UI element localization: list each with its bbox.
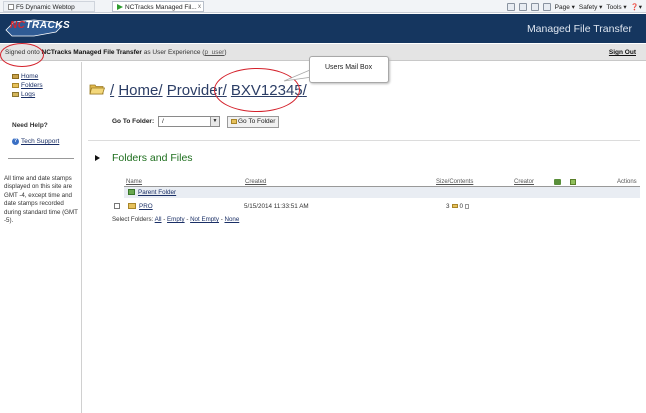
- tab-label: NCTracks Managed Fil...: [125, 4, 197, 11]
- parent-folder-row[interactable]: Parent Folder: [124, 187, 640, 198]
- home-icon: [12, 73, 19, 79]
- logs-icon: [12, 91, 19, 97]
- page-menu[interactable]: Page ▾: [555, 3, 575, 11]
- print-icon[interactable]: [542, 2, 551, 11]
- parent-folder-link[interactable]: Parent Folder: [138, 189, 176, 196]
- time-zone-note: All time and date stamps displayed on th…: [4, 175, 78, 225]
- logo-text: NCTRACKS: [10, 20, 71, 31]
- up-folder-icon: [128, 189, 135, 195]
- selected-folder: /: [162, 118, 164, 125]
- column-header-name[interactable]: Name: [126, 179, 142, 185]
- need-help-heading: Need Help?: [12, 122, 48, 129]
- browser-toolbar: Page ▾ Safety ▾ Tools ▾ ❓▾: [506, 1, 642, 12]
- select-folders-bar: Select Folders: All - Empty - Not Empty …: [112, 216, 240, 223]
- folder-icon: [128, 203, 136, 209]
- created-date: 5/15/2014 11:33:51 AM: [244, 203, 309, 210]
- select-all-link[interactable]: All: [155, 216, 162, 223]
- select-none-link[interactable]: None: [224, 216, 239, 223]
- help-menu[interactable]: ❓▾: [631, 3, 642, 11]
- path-separator: /: [158, 82, 163, 99]
- tab-f5-webtop[interactable]: F5 Dynamic Webtop: [3, 1, 95, 12]
- sidebar-item-logs[interactable]: Logs: [12, 91, 35, 98]
- column-header-created[interactable]: Created: [245, 179, 266, 185]
- column-header-actions: Actions: [617, 179, 637, 185]
- tech-support-link[interactable]: ? Tech Support: [12, 138, 59, 145]
- column-header-size[interactable]: Size/Contents: [436, 179, 473, 185]
- sidebar-divider: [8, 158, 74, 159]
- folder-icon: [12, 82, 19, 88]
- go-to-folder-label: Go To Folder:: [112, 118, 155, 125]
- path-separator: /: [110, 82, 115, 99]
- path-home-link[interactable]: Home: [118, 82, 158, 99]
- row-checkbox[interactable]: [114, 203, 120, 209]
- header-banner: NCTRACKS Managed File Transfer: [0, 14, 646, 43]
- chevron-down-icon[interactable]: ▼: [210, 117, 219, 126]
- divider: [88, 140, 640, 141]
- file-icon: [465, 203, 470, 209]
- folder-icon: [451, 204, 458, 209]
- page-icon: [8, 4, 14, 11]
- safety-menu[interactable]: Safety ▾: [579, 3, 603, 11]
- callout-text: Users Mail Box: [325, 64, 373, 71]
- path-separator: /: [302, 82, 307, 99]
- select-not-empty-link[interactable]: Not Empty: [190, 216, 219, 223]
- go-to-folder-select[interactable]: / ▼: [158, 116, 220, 127]
- home-icon[interactable]: [506, 2, 515, 11]
- column-header-creator[interactable]: Creator: [514, 179, 534, 185]
- tab-label: F5 Dynamic Webtop: [16, 4, 75, 11]
- users-mailbox-callout: Users Mail Box: [309, 56, 389, 83]
- open-folder-icon: [89, 84, 105, 95]
- green-arrow-icon: [117, 4, 123, 11]
- sidebar-item-home[interactable]: Home: [12, 73, 38, 80]
- size-contents: 30: [446, 203, 470, 210]
- section-title: Folders and Files: [112, 152, 193, 164]
- browser-chrome: F5 Dynamic Webtop NCTracks Managed Fil..…: [0, 0, 646, 13]
- feeds-icon[interactable]: [518, 2, 527, 11]
- folder-icon: [231, 119, 237, 124]
- help-icon: ?: [12, 138, 19, 145]
- go-to-folder-button[interactable]: Go To Folder: [227, 116, 279, 128]
- select-empty-link[interactable]: Empty: [167, 216, 185, 223]
- bullet-arrow-icon: [95, 155, 100, 161]
- sidebar-item-folders[interactable]: Folders: [12, 82, 43, 89]
- close-tab-icon[interactable]: x: [198, 2, 201, 13]
- tab-nctracks[interactable]: NCTracks Managed Fil... x: [112, 1, 204, 12]
- app-title: Managed File Transfer: [526, 23, 632, 35]
- tools-menu[interactable]: Tools ▾: [606, 3, 626, 11]
- download-icon: [570, 179, 576, 185]
- permissions-icon: [554, 179, 561, 185]
- sidebar: Home Folders Logs Need Help? ? Tech Suppo…: [0, 62, 82, 413]
- folder-name-link[interactable]: PRO: [139, 203, 153, 210]
- sign-out-link[interactable]: Sign Out: [609, 49, 636, 56]
- mail-icon[interactable]: [530, 2, 539, 11]
